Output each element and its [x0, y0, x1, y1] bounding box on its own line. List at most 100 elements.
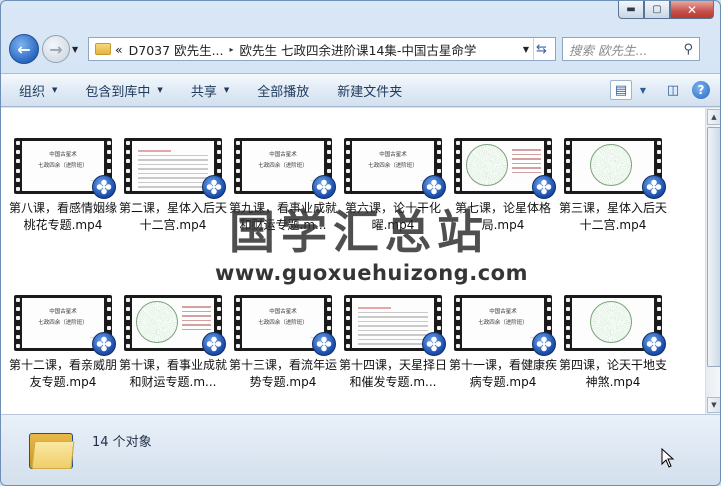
file-item[interactable]: 第四课，论天干地支神煞.mp4: [559, 295, 667, 391]
explorer-window: ▬ ▢ ✕ ← → ▼ « D7037 欧先生... ▸ 欧先生 七政四余进阶课…: [0, 0, 721, 486]
item-count: 14 个对象: [92, 435, 152, 450]
watermark-title: 国学汇总站: [229, 205, 489, 259]
scroll-up-arrow-icon[interactable]: ▲: [707, 109, 720, 125]
file-name[interactable]: 第十课，看事业成就和财运专题.m...: [119, 357, 227, 391]
file-name[interactable]: 第二课，星体入后天十二宫.mp4: [119, 200, 227, 234]
file-item[interactable]: 中国古星术 七政四余（进阶班） — 第八课，看感情姻缘桃花专题.mp4: [9, 138, 117, 234]
details-pane: 14 个对象: [1, 414, 720, 485]
media-player-icon: [312, 332, 336, 356]
media-player-icon: [532, 332, 556, 356]
navigation-bar: ← → ▼ « D7037 欧先生... ▸ 欧先生 七政四余进阶课14集-中国…: [9, 31, 712, 67]
maximize-button[interactable]: ▢: [644, 1, 670, 19]
file-name[interactable]: 第三课，星体入后天十二宫.mp4: [559, 200, 667, 234]
video-thumbnail[interactable]: 中国古星术 七政四余（进阶班） —: [344, 138, 446, 199]
new-folder-button[interactable]: 新建文件夹: [337, 81, 402, 100]
file-name[interactable]: 第十四课，天星择日和催发专题.m...: [339, 357, 447, 391]
dropdown-arrow-icon: ▼: [52, 86, 58, 94]
back-arrow-icon: ←: [17, 39, 31, 59]
file-item[interactable]: 中国古星术 七政四余（进阶班） — 第十三课，看流年运势专题.mp4: [229, 295, 337, 391]
address-bar[interactable]: « D7037 欧先生... ▸ 欧先生 七政四余进阶课14集-中国古星命学 ▼…: [88, 37, 556, 61]
dropdown-arrow-icon: ▼: [157, 86, 163, 94]
media-player-icon: [422, 332, 446, 356]
address-dropdown-icon[interactable]: ▼: [523, 45, 529, 54]
play-all-button[interactable]: 全部播放: [257, 81, 309, 100]
command-toolbar: 组织 ▼ 包含到库中 ▼ 共享 ▼ 全部播放 新建文件夹 ▤ ▼ ◫ ?: [1, 73, 720, 107]
slide-title-line: 中国古星术: [379, 152, 407, 158]
change-view-button[interactable]: ▤: [610, 80, 632, 100]
video-thumbnail[interactable]: [344, 295, 446, 356]
slide-title-line: 中国古星术: [269, 309, 297, 315]
slide-title-line: 中国古星术: [489, 309, 517, 315]
forward-arrow-icon: →: [49, 39, 63, 59]
vertical-scrollbar[interactable]: ▲ ▼: [705, 108, 720, 414]
file-item[interactable]: 第十课，看事业成就和财运专题.m...: [119, 295, 227, 391]
breadcrumb-separator-icon[interactable]: ▸: [230, 45, 234, 54]
file-name[interactable]: 第十一课，看健康疾病专题.mp4: [449, 357, 557, 391]
close-button[interactable]: ✕: [670, 1, 714, 19]
video-thumbnail[interactable]: 中国古星术 七政四余（进阶班） —: [234, 295, 336, 356]
video-thumbnail[interactable]: 中国古星术 七政四余（进阶班） —: [234, 138, 336, 199]
address-prefix[interactable]: «: [115, 42, 123, 57]
slide-subtitle-line: 七政四余（进阶班）: [258, 320, 308, 326]
slide-subtitle-line: 七政四余（进阶班）: [38, 320, 88, 326]
file-item[interactable]: 中国古星术 七政四余（进阶班） — 第十二课，看亲威朋友专题.mp4: [9, 295, 117, 391]
media-player-icon: [642, 175, 666, 199]
refresh-button[interactable]: ⇆: [533, 38, 555, 60]
dropdown-arrow-icon: ▼: [223, 86, 230, 94]
file-item[interactable]: 第十四课，天星择日和催发专题.m...: [339, 295, 447, 391]
file-name[interactable]: 第十二课，看亲威朋友专题.mp4: [9, 357, 117, 391]
video-thumbnail[interactable]: 中国古星术 七政四余（进阶班） —: [14, 295, 116, 356]
organize-menu[interactable]: 组织 ▼: [19, 81, 57, 100]
share-menu[interactable]: 共享 ▼: [191, 81, 229, 100]
window-caption-buttons: ▬ ▢ ✕: [618, 1, 714, 19]
help-icon: ?: [697, 83, 705, 97]
slide-subtitle-line: 七政四余（进阶班）: [38, 163, 88, 169]
folder-icon: [95, 43, 111, 55]
toolbar-right-controls: ▤ ▼ ◫ ?: [602, 80, 710, 100]
folder-icon: [29, 427, 75, 471]
media-player-icon: [642, 332, 666, 356]
slide-title-line: 中国古星术: [49, 152, 77, 158]
file-item[interactable]: 中国古星术 七政四余（进阶班） — 第十一课，看健康疾病专题.mp4: [449, 295, 557, 391]
media-player-icon: [532, 175, 556, 199]
breadcrumb-item[interactable]: D7037 欧先生...: [129, 40, 224, 59]
search-placeholder: 搜索 欧先生...: [569, 42, 648, 58]
file-name[interactable]: 第十三课，看流年运势专题.mp4: [229, 357, 337, 391]
file-item[interactable]: 第二课，星体入后天十二宫.mp4: [119, 138, 227, 234]
refresh-icon: ⇆: [536, 41, 547, 57]
video-thumbnail[interactable]: [564, 138, 666, 199]
video-thumbnail[interactable]: 中国古星术 七政四余（进阶班） —: [454, 295, 556, 356]
minimize-button[interactable]: ▬: [618, 1, 644, 19]
forward-button[interactable]: →: [42, 35, 70, 63]
file-name[interactable]: 第八课，看感情姻缘桃花专题.mp4: [9, 200, 117, 234]
recent-pages-dropdown[interactable]: ▼: [72, 45, 84, 54]
help-button[interactable]: ?: [692, 81, 710, 99]
view-icon: ▤: [614, 82, 628, 98]
media-player-icon: [202, 332, 226, 356]
view-dropdown-button[interactable]: ▼: [632, 80, 654, 100]
file-item[interactable]: 第三课，星体入后天十二宫.mp4: [559, 138, 667, 234]
video-thumbnail[interactable]: [124, 138, 226, 199]
slide-subtitle-line: 七政四余（进阶班）: [258, 163, 308, 169]
slide-title-line: 中国古星术: [269, 152, 297, 158]
video-thumbnail[interactable]: [124, 295, 226, 356]
scrollbar-thumb[interactable]: [707, 127, 720, 367]
watermark-url: www.guoxuehuizong.com: [215, 261, 528, 285]
video-thumbnail[interactable]: [454, 138, 556, 199]
video-thumbnail[interactable]: 中国古星术 七政四余（进阶班） —: [14, 138, 116, 199]
media-player-icon: [202, 175, 226, 199]
search-input[interactable]: 搜索 欧先生... ⚲: [562, 37, 700, 61]
breadcrumb-item[interactable]: 欧先生 七政四余进阶课14集-中国古星命学: [240, 40, 477, 59]
back-button[interactable]: ←: [9, 34, 39, 64]
slide-subtitle-line: 七政四余（进阶班）: [478, 320, 528, 326]
media-player-icon: [92, 332, 116, 356]
video-thumbnail[interactable]: [564, 295, 666, 356]
mouse-cursor-icon: [661, 448, 675, 468]
magnifier-icon[interactable]: ⚲: [683, 42, 693, 57]
file-name[interactable]: 第四课，论天干地支神煞.mp4: [559, 357, 667, 391]
scroll-down-arrow-icon[interactable]: ▼: [707, 397, 720, 413]
media-player-icon: [92, 175, 116, 199]
slide-title-line: 中国古星术: [49, 309, 77, 315]
preview-pane-button[interactable]: ◫: [662, 80, 684, 100]
include-in-library-menu[interactable]: 包含到库中 ▼: [85, 81, 162, 100]
